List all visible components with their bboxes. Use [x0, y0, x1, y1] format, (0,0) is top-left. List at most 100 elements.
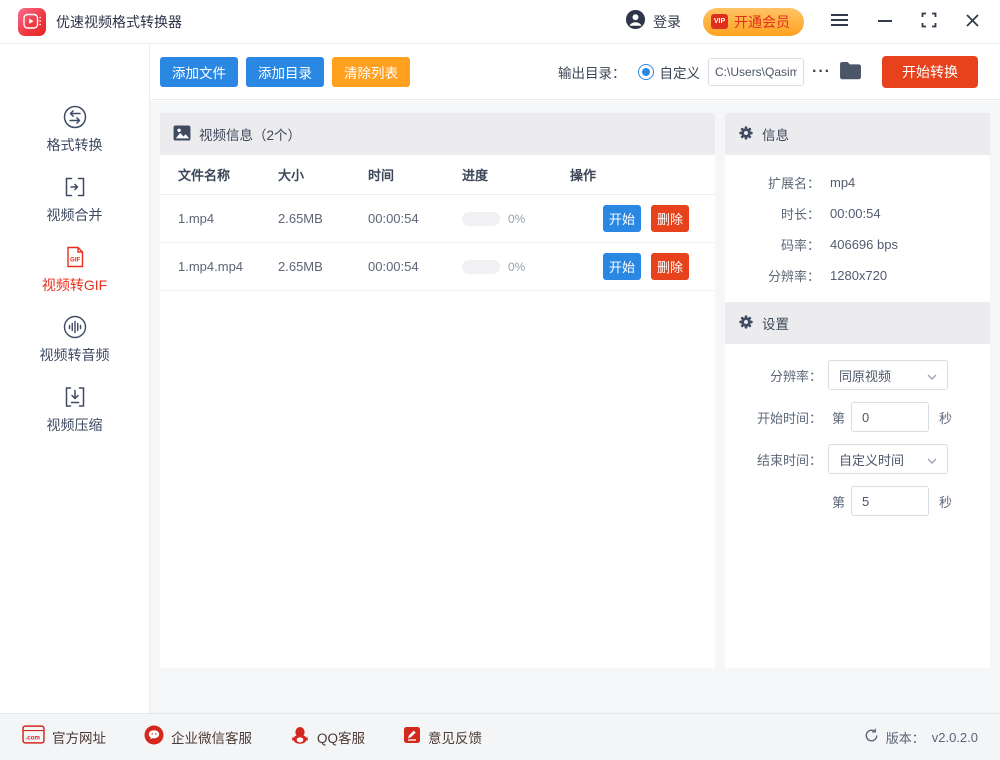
add-file-button[interactable]: 添加文件 [160, 57, 238, 87]
start-convert-button[interactable]: 开始转换 [882, 56, 978, 88]
app-window: 优速视频格式转换器 登录 VIP 开通会员 [0, 0, 1000, 760]
version-value: v2.0.2.0 [932, 730, 978, 745]
sidebar-item-video-compress[interactable]: 视频压缩 [0, 383, 149, 453]
settings-fields: 分辨率： 同原视频 开始时间： 第 秒 结束时间： [725, 344, 990, 516]
menu-button[interactable] [828, 11, 851, 32]
table-row: 1.mp4.mp4 2.65MB 00:00:54 0% 开始 删除 [160, 243, 715, 291]
svg-text:GIF: GIF [70, 257, 81, 264]
col-size: 大小 [278, 165, 368, 184]
close-button[interactable] [963, 11, 982, 33]
folder-icon [839, 61, 862, 83]
sidebar-item-video-to-audio[interactable]: 视频转音频 [0, 313, 149, 383]
login-label: 登录 [653, 12, 681, 32]
info-field-label: 扩展名： [725, 173, 820, 192]
official-website-link[interactable]: .com 官方网址 [22, 725, 106, 749]
sidebar-item-label: 视频转音频 [40, 345, 110, 365]
minimize-button[interactable] [875, 11, 895, 32]
resolution-select[interactable]: 同原视频 [828, 360, 948, 390]
info-field-value: 00:00:54 [830, 206, 881, 221]
row-start-button[interactable]: 开始 [603, 253, 641, 280]
custom-dir-label: 自定义 [660, 62, 701, 82]
website-icon: .com [22, 725, 45, 749]
info-title: 信息 [762, 124, 789, 144]
titlebar: 优速视频格式转换器 登录 VIP 开通会员 [0, 0, 1000, 44]
open-folder-button[interactable] [839, 61, 862, 83]
end-time-mode-select[interactable]: 自定义时间 [828, 444, 948, 474]
user-icon [625, 9, 646, 35]
footer-link-label: QQ客服 [317, 727, 365, 747]
row-start-button[interactable]: 开始 [603, 205, 641, 232]
sidebar-item-format-convert[interactable]: 格式转换 [0, 103, 149, 173]
video-to-audio-icon [62, 313, 88, 341]
info-field-label: 码率： [725, 235, 820, 254]
info-header: 信息 [725, 113, 990, 155]
info-field-label: 时长： [725, 204, 820, 223]
table-row: 1.mp4 2.65MB 00:00:54 0% 开始 删除 [160, 195, 715, 243]
footer: .com 官方网址 企业微信客服 [0, 713, 1000, 760]
wechat-support-link[interactable]: 企业微信客服 [144, 725, 252, 750]
start-time-input[interactable] [851, 402, 929, 432]
video-info-title: 视频信息（2个） [199, 124, 301, 144]
col-filename: 文件名称 [178, 165, 278, 184]
gif-file-icon: GIF [62, 243, 88, 271]
file-size: 2.65MB [278, 211, 368, 226]
wechat-icon [144, 725, 164, 750]
version-label: 版本： [886, 728, 925, 747]
open-vip-button[interactable]: VIP 开通会员 [703, 8, 804, 36]
file-size: 2.65MB [278, 259, 368, 274]
sidebar-item-video-to-gif[interactable]: GIF 视频转GIF [0, 243, 149, 313]
image-icon [173, 125, 191, 144]
progress-percent: 0% [508, 260, 525, 274]
output-dir-label: 输出目录： [558, 62, 626, 82]
maximize-button[interactable] [919, 10, 939, 33]
resolution-value: 同原视频 [839, 366, 927, 385]
progress-percent: 0% [508, 212, 525, 226]
sidebar-item-video-merge[interactable]: 视频合并 [0, 173, 149, 243]
qq-support-link[interactable]: QQ客服 [290, 725, 365, 750]
video-info-header: 视频信息（2个） [160, 113, 715, 155]
feedback-link[interactable]: 意见反馈 [403, 726, 482, 749]
progress-bar [462, 212, 500, 226]
col-time: 时间 [368, 165, 462, 184]
chevron-down-icon [927, 368, 937, 383]
settings-header: 设置 [725, 302, 990, 344]
video-compress-icon [62, 383, 88, 411]
login-button[interactable]: 登录 [625, 9, 681, 35]
end-time-input[interactable] [851, 486, 929, 516]
output-path-input[interactable] [708, 58, 804, 86]
info-fields: 扩展名： mp4 时长： 00:00:54 码率： 406696 bps 分辨率… [725, 155, 990, 291]
end-suffix: 秒 [939, 492, 952, 511]
sidebar-item-label: 格式转换 [47, 135, 103, 155]
footer-link-label: 意见反馈 [428, 727, 482, 747]
maximize-icon [921, 12, 937, 31]
minimize-icon [877, 13, 893, 30]
update-refresh-icon [864, 728, 879, 746]
file-time: 00:00:54 [368, 211, 462, 226]
sidebar: 格式转换 视频合并 GIF 视频转GIF [0, 45, 150, 713]
custom-dir-radio[interactable] [638, 64, 654, 80]
close-icon [965, 13, 980, 31]
resolution-label: 分辨率： [725, 366, 822, 385]
end-time-mode-value: 自定义时间 [839, 450, 927, 469]
file-name: 1.mp4 [178, 211, 278, 226]
browse-more-button[interactable]: ··· [812, 63, 831, 81]
format-convert-icon [62, 103, 88, 131]
row-delete-button[interactable]: 删除 [651, 205, 689, 232]
start-time-label: 开始时间： [725, 408, 822, 427]
vip-icon: VIP [711, 14, 728, 29]
sidebar-item-label: 视频转GIF [42, 275, 107, 295]
gear-icon [738, 125, 754, 144]
info-field-value: 406696 bps [830, 237, 898, 252]
video-info-panel: 视频信息（2个） 文件名称 大小 时间 进度 操作 1.mp4 2.65MB 0… [160, 113, 715, 668]
vip-label: 开通会员 [734, 12, 790, 32]
toolbar: 添加文件 添加目录 清除列表 输出目录： 自定义 ··· 开始转换 [150, 45, 1000, 100]
add-directory-button[interactable]: 添加目录 [246, 57, 324, 87]
file-name: 1.mp4.mp4 [178, 259, 278, 274]
app-title: 优速视频格式转换器 [56, 12, 182, 32]
row-delete-button[interactable]: 删除 [651, 253, 689, 280]
end-time-label: 结束时间： [725, 450, 822, 469]
clear-list-button[interactable]: 清除列表 [332, 57, 410, 87]
col-action: 操作 [570, 165, 715, 184]
info-field-value: 1280x720 [830, 268, 887, 283]
file-time: 00:00:54 [368, 259, 462, 274]
